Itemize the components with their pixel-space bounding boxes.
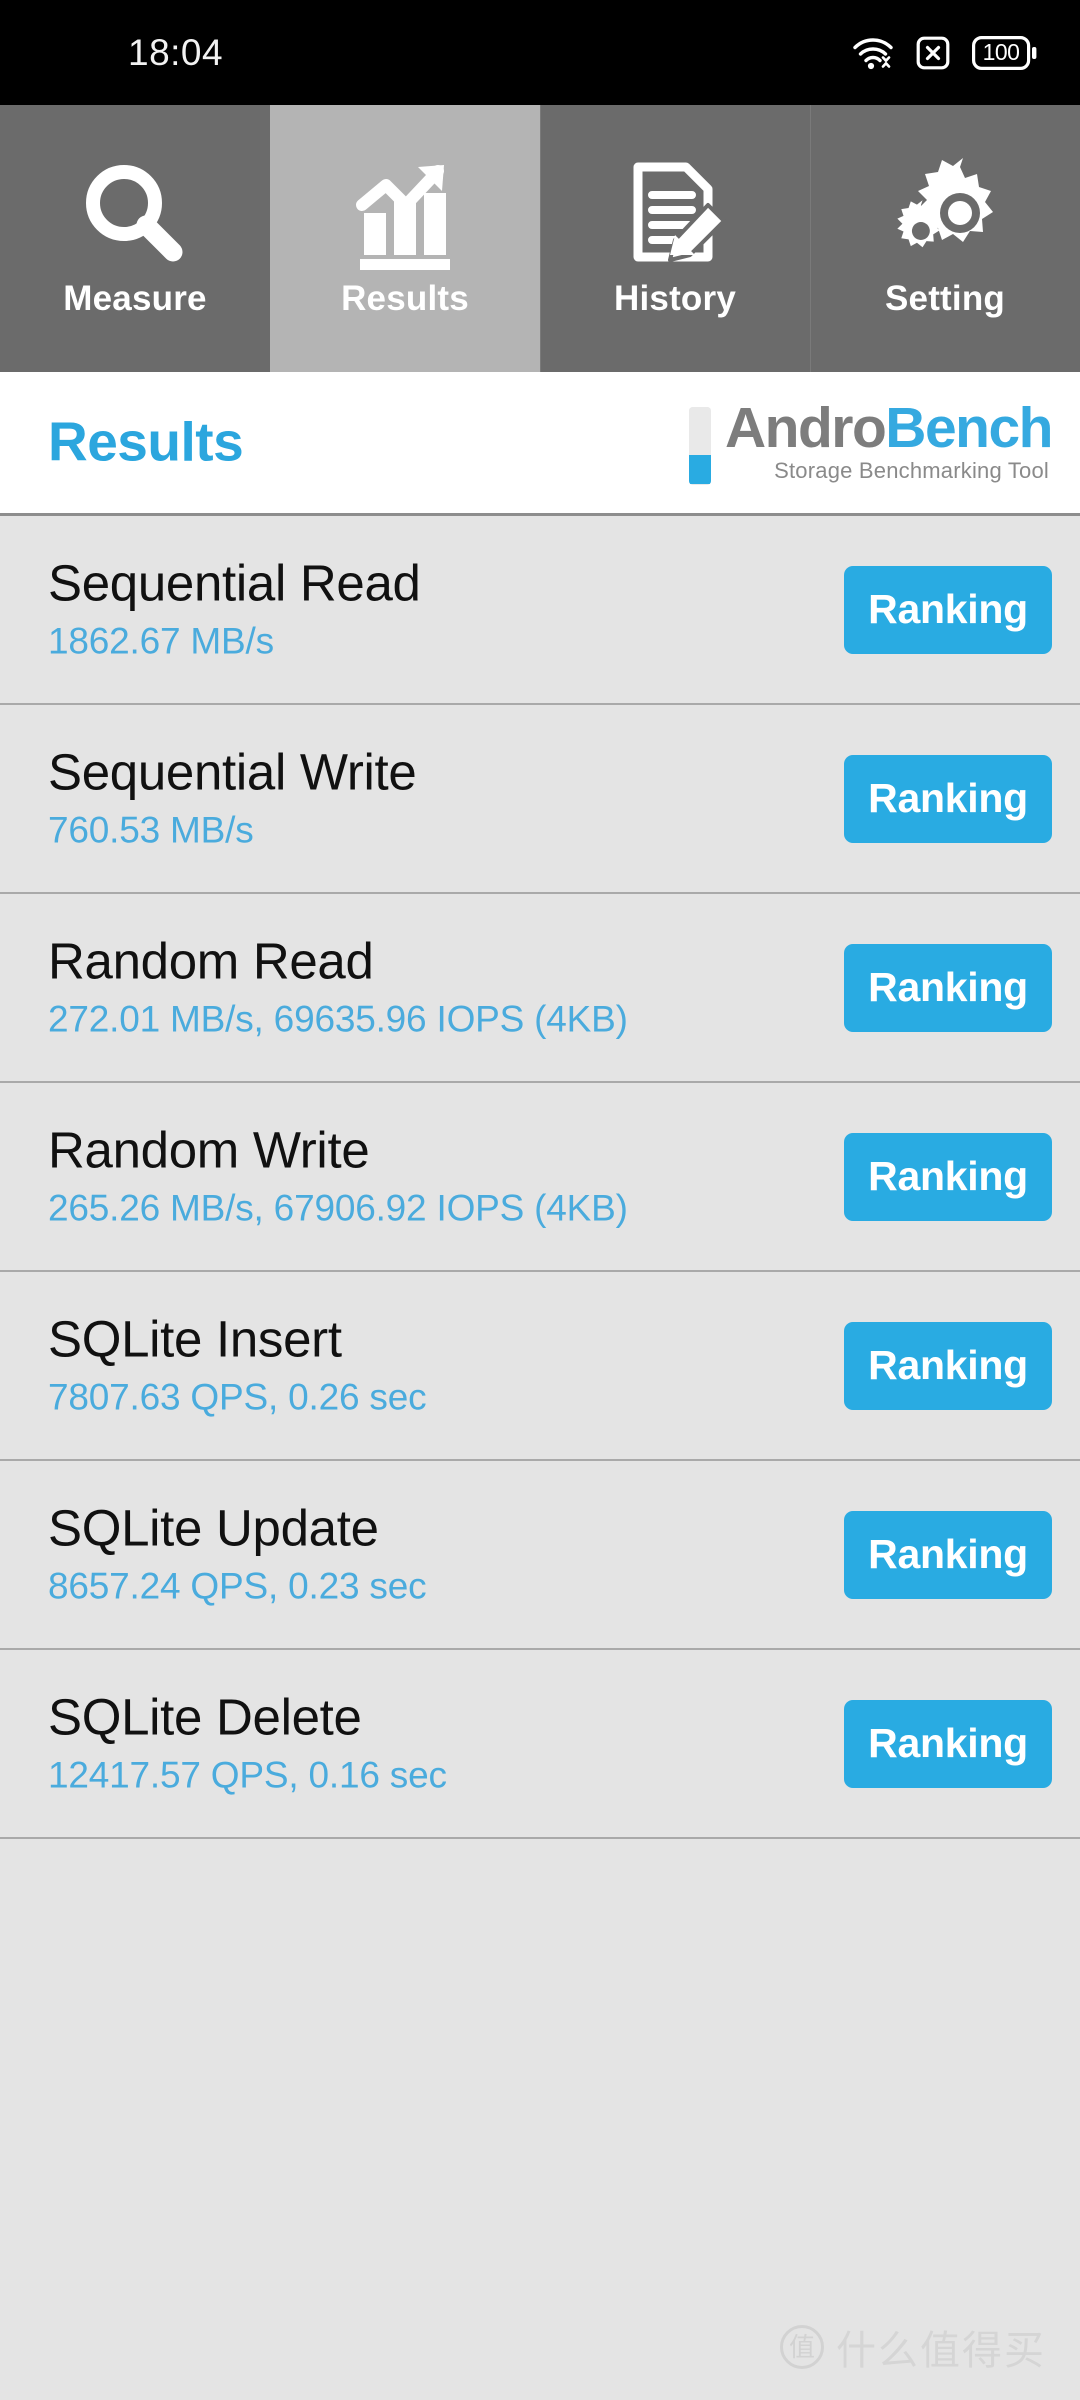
bar-chart-arrow-icon [346, 157, 464, 275]
result-text-group: SQLite Delete 12417.57 QPS, 0.16 sec [48, 1687, 447, 1796]
battery-level-label: 100 [982, 39, 1020, 65]
logo-wordmark: AndroBench [725, 399, 1054, 456]
result-value: 265.26 MB/s, 67906.92 IOPS (4KB) [48, 1187, 628, 1229]
result-value: 760.53 MB/s [48, 809, 254, 851]
result-name: Random Write [48, 1120, 370, 1178]
ranking-button[interactable]: Ranking [844, 565, 1052, 654]
smzdm-logo-icon: 值 [780, 2325, 824, 2369]
app-screen: 18:04 100 Measure Results History Settin… [0, 0, 1080, 2400]
result-name: Sequential Read [48, 553, 421, 611]
result-text-group: Sequential Write 760.53 MB/s [48, 742, 417, 851]
result-text-group: Random Read 272.01 MB/s, 69635.96 IOPS (… [48, 931, 628, 1040]
table-row: SQLite Update 8657.24 QPS, 0.23 sec Rank… [0, 1461, 1080, 1650]
result-name: SQLite Insert [48, 1309, 342, 1367]
watermark: 值 什么值得买 [780, 2318, 1046, 2376]
result-text-group: Random Write 265.26 MB/s, 67906.92 IOPS … [48, 1120, 628, 1229]
result-name: Sequential Write [48, 742, 417, 800]
tab-results-label: Results [341, 279, 469, 318]
status-clock: 18:04 [128, 31, 224, 73]
result-text-group: SQLite Update 8657.24 QPS, 0.23 sec [48, 1498, 427, 1607]
tab-history-label: History [614, 279, 736, 318]
table-row: Sequential Write 760.53 MB/s Ranking [0, 705, 1080, 894]
wifi-icon [852, 36, 894, 70]
magnifier-icon [76, 157, 194, 275]
tab-history[interactable]: History [540, 105, 810, 372]
androbench-logo: AndroBench Storage Benchmarking Tool [688, 399, 1054, 485]
table-row: SQLite Insert 7807.63 QPS, 0.26 sec Rank… [0, 1272, 1080, 1461]
result-text-group: SQLite Insert 7807.63 QPS, 0.26 sec [48, 1309, 427, 1418]
status-icon-group: 100 [852, 35, 1038, 70]
result-value: 7807.63 QPS, 0.26 sec [48, 1376, 427, 1418]
watermark-text: 什么值得买 [836, 2328, 1046, 2374]
battery-icon: 100 [972, 35, 1038, 70]
result-name: Random Read [48, 931, 374, 989]
table-row: SQLite Delete 12417.57 QPS, 0.16 sec Ran… [0, 1650, 1080, 1839]
tab-bar: Measure Results History Setting [0, 105, 1080, 372]
result-value: 8657.24 QPS, 0.23 sec [48, 1565, 427, 1607]
ranking-button[interactable]: Ranking [844, 1132, 1052, 1221]
no-sim-icon [916, 36, 950, 70]
logo-bar-icon [688, 406, 711, 485]
tab-setting[interactable]: Setting [810, 105, 1080, 372]
table-row: Random Write 265.26 MB/s, 67906.92 IOPS … [0, 1083, 1080, 1272]
ranking-button[interactable]: Ranking [844, 754, 1052, 843]
tab-measure[interactable]: Measure [0, 105, 270, 372]
logo-tagline: Storage Benchmarking Tool [774, 457, 1049, 483]
result-text-group: Sequential Read 1862.67 MB/s [48, 553, 421, 662]
ranking-button[interactable]: Ranking [844, 1321, 1052, 1410]
tab-setting-label: Setting [884, 279, 1005, 318]
document-pencil-icon [616, 157, 734, 275]
result-name: SQLite Update [48, 1498, 379, 1556]
table-row: Sequential Read 1862.67 MB/s Ranking [0, 516, 1080, 705]
result-name: SQLite Delete [48, 1687, 362, 1745]
tab-measure-label: Measure [63, 279, 207, 318]
result-value: 272.01 MB/s, 69635.96 IOPS (4KB) [48, 998, 628, 1040]
page-title: Results [48, 410, 244, 473]
page-header: Results AndroBench Storage Benchmarking … [0, 372, 1080, 516]
logo-text: AndroBench Storage Benchmarking Tool [725, 399, 1054, 484]
logo-word-andro: Andro [724, 395, 887, 460]
ranking-button[interactable]: Ranking [844, 1510, 1052, 1599]
gears-icon [886, 157, 1004, 275]
result-value: 12417.57 QPS, 0.16 sec [48, 1754, 447, 1796]
ranking-button[interactable]: Ranking [844, 1699, 1052, 1788]
status-bar: 18:04 100 [0, 0, 1080, 105]
tab-results[interactable]: Results [270, 105, 540, 372]
table-row: Random Read 272.01 MB/s, 69635.96 IOPS (… [0, 894, 1080, 1083]
results-list: Sequential Read 1862.67 MB/s Ranking Seq… [0, 516, 1080, 1839]
logo-word-bench: Bench [885, 395, 1053, 460]
ranking-button[interactable]: Ranking [844, 943, 1052, 1032]
result-value: 1862.67 MB/s [48, 620, 274, 662]
